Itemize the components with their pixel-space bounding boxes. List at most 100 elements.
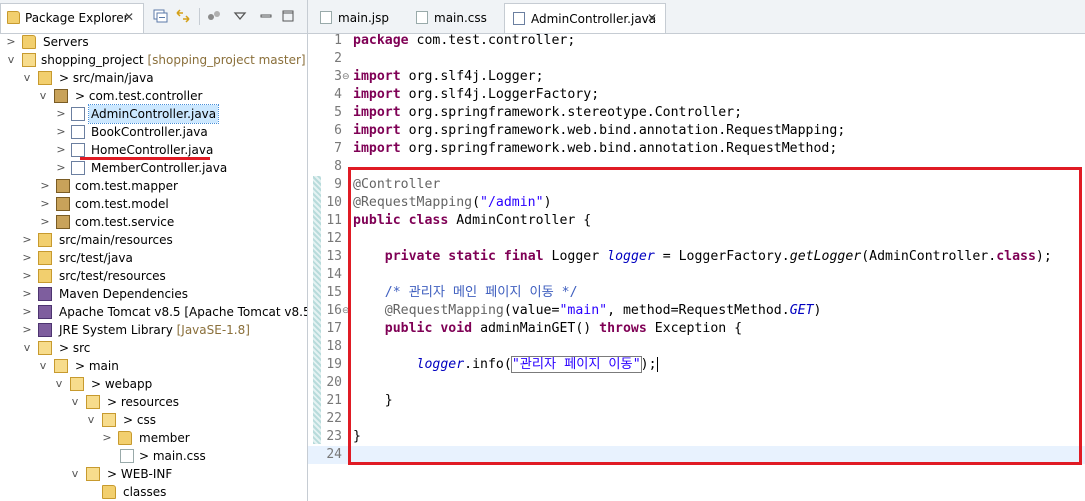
- line-number: 14: [326, 267, 342, 282]
- folder-icon: [102, 485, 116, 499]
- source-folder-icon: [38, 233, 52, 247]
- line-number: 6: [334, 123, 342, 138]
- maximize-icon[interactable]: [280, 9, 296, 23]
- library-icon: [38, 287, 52, 301]
- expanded-twisty-icon[interactable]: v: [70, 465, 80, 483]
- expanded-twisty-icon[interactable]: v: [38, 87, 48, 105]
- collapse-all-icon[interactable]: [152, 9, 168, 23]
- tree-item-src-main-resources[interactable]: > src/main/resources: [0, 231, 307, 249]
- package-explorer-view: Package Explorer ✕ > Servers v shopping_…: [0, 0, 308, 501]
- project-icon: [22, 53, 36, 67]
- view-menu-icon[interactable]: [232, 9, 248, 23]
- close-icon[interactable]: ✕: [124, 10, 134, 24]
- tree-item-maven-dependencies[interactable]: > Maven Dependencies: [0, 285, 307, 303]
- tab-main-jsp[interactable]: main.jsp: [312, 3, 404, 32]
- tree-item-src-test-java[interactable]: > src/test/java: [0, 249, 307, 267]
- tree-item-label: > resources: [107, 395, 180, 409]
- line-number: 11: [326, 213, 342, 228]
- tree-item-classes[interactable]: classes: [0, 483, 307, 501]
- tree-item-resources[interactable]: v > resources: [0, 393, 307, 411]
- tree-item-shopping-project[interactable]: v shopping_project [shopping_project mas…: [0, 51, 307, 69]
- folder-icon: [86, 467, 100, 481]
- collapsed-twisty-icon[interactable]: >: [22, 231, 32, 249]
- expanded-twisty-icon[interactable]: v: [38, 357, 48, 375]
- tree-item-com-test-model[interactable]: > com.test.model: [0, 195, 307, 213]
- package-icon: [56, 197, 70, 211]
- tree-item-com-test-service[interactable]: > com.test.service: [0, 213, 307, 231]
- line-number: 1: [334, 33, 342, 48]
- collapsed-twisty-icon[interactable]: >: [56, 159, 66, 177]
- expanded-twisty-icon[interactable]: v: [54, 375, 64, 393]
- source-folder-icon: [38, 71, 52, 85]
- expanded-twisty-icon[interactable]: v: [22, 339, 32, 357]
- tree-item-css[interactable]: v > css: [0, 411, 307, 429]
- package-explorer-tab[interactable]: Package Explorer ✕: [0, 3, 144, 33]
- code-line-6[interactable]: import org.springframework.web.bind.anno…: [353, 122, 845, 140]
- tree-item-label: > css: [123, 413, 156, 427]
- line-number: 5: [334, 105, 342, 120]
- tree-item-apache-tomcat[interactable]: > Apache Tomcat v8.5 [Apache Tomcat v8.5…: [0, 303, 307, 321]
- folder-icon: [38, 341, 52, 355]
- expanded-twisty-icon[interactable]: v: [70, 393, 80, 411]
- link-with-editor-icon[interactable]: [175, 9, 191, 23]
- tree-item-web-inf[interactable]: v > WEB-INF: [0, 465, 307, 483]
- collapsed-twisty-icon[interactable]: >: [22, 303, 32, 321]
- tree-item-admin-controller[interactable]: > AdminController.java: [0, 104, 307, 124]
- tree-item-src[interactable]: v > src: [0, 339, 307, 357]
- tree-item-label: > main.css: [139, 449, 206, 463]
- tree-item-src-test-resources[interactable]: > src/test/resources: [0, 267, 307, 285]
- tree-item-label: member: [139, 431, 190, 445]
- tree-item-com-test-mapper[interactable]: > com.test.mapper: [0, 177, 307, 195]
- tree-item-label: Apache Tomcat v8.5 [Apache Tomcat v8.5]: [59, 305, 308, 319]
- code-line-7[interactable]: import org.springframework.web.bind.anno…: [353, 140, 837, 158]
- tree-item-book-controller[interactable]: > BookController.java: [0, 123, 307, 141]
- collapsed-twisty-icon[interactable]: >: [6, 33, 16, 51]
- tree-item-main-css[interactable]: > main.css: [0, 447, 307, 465]
- expanded-twisty-icon[interactable]: v: [86, 411, 96, 429]
- library-icon: [38, 323, 52, 337]
- tab-label: main.jsp: [338, 11, 389, 25]
- minimize-icon[interactable]: [258, 9, 274, 23]
- expanded-twisty-icon[interactable]: v: [22, 69, 32, 87]
- line-number: 16: [326, 303, 342, 318]
- tree-item-member-controller[interactable]: > MemberController.java: [0, 159, 307, 177]
- collapsed-twisty-icon[interactable]: >: [22, 267, 32, 285]
- expanded-twisty-icon[interactable]: v: [6, 51, 16, 69]
- fold-collapse-icon[interactable]: ⊖: [342, 68, 350, 86]
- collapsed-twisty-icon[interactable]: >: [56, 105, 66, 123]
- code-line-4[interactable]: import org.slf4j.LoggerFactory;: [353, 86, 599, 104]
- collapsed-twisty-icon[interactable]: >: [40, 177, 50, 195]
- collapsed-twisty-icon[interactable]: >: [40, 195, 50, 213]
- tree-item-webapp[interactable]: v > webapp: [0, 375, 307, 393]
- filter-icon[interactable]: [206, 9, 222, 23]
- line-number: 2: [334, 51, 342, 66]
- tree-item-jre-system-library[interactable]: > JRE System Library [JavaSE-1.8]: [0, 321, 307, 339]
- tree-item-com-test-controller[interactable]: v > com.test.controller: [0, 87, 307, 105]
- code-line-5[interactable]: import org.springframework.stereotype.Co…: [353, 104, 742, 122]
- collapsed-twisty-icon[interactable]: >: [56, 123, 66, 141]
- collapsed-twisty-icon[interactable]: >: [102, 429, 112, 447]
- tree-item-main[interactable]: v > main: [0, 357, 307, 375]
- collapsed-twisty-icon[interactable]: >: [22, 321, 32, 339]
- folder-icon: [102, 413, 116, 427]
- code-line-3[interactable]: import org.slf4j.Logger;: [353, 68, 544, 86]
- collapsed-twisty-icon[interactable]: >: [40, 213, 50, 231]
- code-line-1[interactable]: package com.test.controller;: [353, 32, 575, 50]
- java-file-icon: [71, 143, 85, 157]
- java-file-icon: [71, 125, 85, 139]
- tree-item-home-controller[interactable]: > HomeController.java: [0, 141, 307, 159]
- collapsed-twisty-icon[interactable]: >: [56, 141, 66, 159]
- tab-main-css[interactable]: main.css: [408, 3, 504, 32]
- line-number: 24: [326, 447, 342, 462]
- tree-item-member[interactable]: > member: [0, 429, 307, 447]
- close-icon[interactable]: ✕: [647, 11, 657, 25]
- tab-admin-controller-java[interactable]: AdminController.java ✕: [504, 3, 666, 33]
- tree-item-label: > src: [59, 341, 91, 355]
- package-explorer-tab-label: Package Explorer: [25, 11, 129, 25]
- collapsed-twisty-icon[interactable]: >: [22, 285, 32, 303]
- line-number: 20: [326, 375, 342, 390]
- collapsed-twisty-icon[interactable]: >: [22, 249, 32, 267]
- tree-item-servers[interactable]: > Servers: [0, 33, 307, 51]
- package-icon: [54, 89, 68, 103]
- tree-item-src-main-java[interactable]: v > src/main/java: [0, 69, 307, 87]
